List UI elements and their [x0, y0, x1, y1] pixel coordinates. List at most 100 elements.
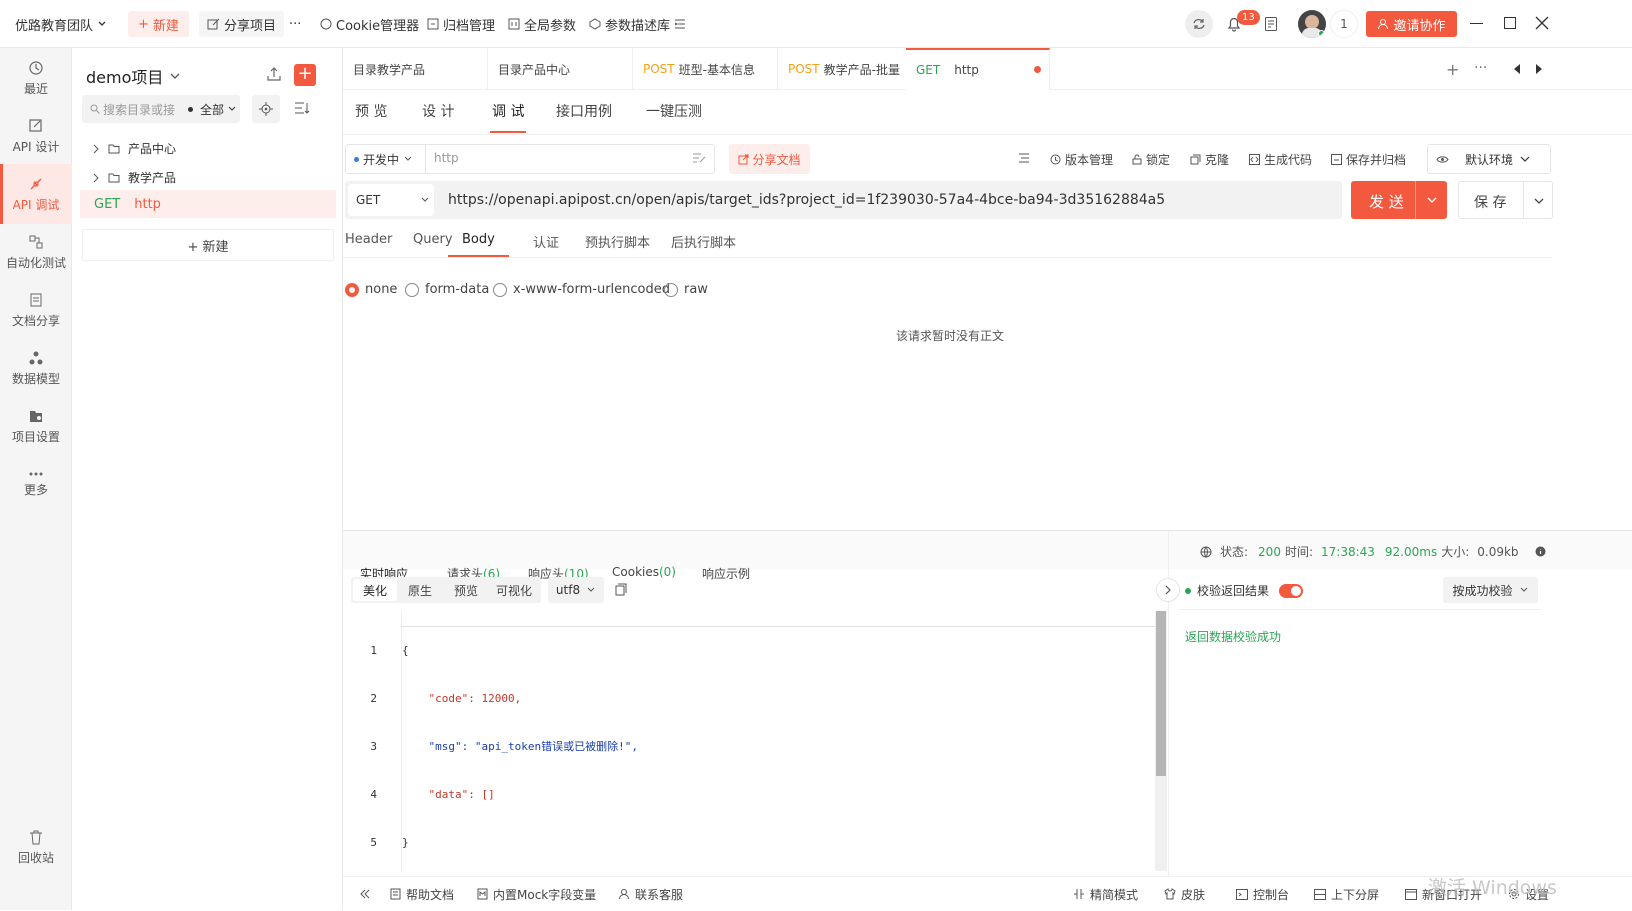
nav-data-model[interactable]: 数据模型 — [0, 338, 72, 398]
nav-recent[interactable]: 最近 — [0, 48, 72, 108]
clone-button[interactable]: 克隆 — [1190, 144, 1229, 174]
tab-post-script[interactable]: 后执行脚本 — [671, 232, 736, 260]
validate-mode-select[interactable]: 按成功校验 — [1443, 577, 1538, 603]
sync-icon[interactable] — [1185, 10, 1213, 38]
tab-catalog-product[interactable]: 目录产品中心 — [488, 48, 633, 90]
subtab-cases[interactable]: 接口用例 — [556, 101, 612, 133]
tree-item-http[interactable]: GET http — [80, 190, 336, 218]
nav-more[interactable]: 更多 — [0, 454, 72, 514]
search-input[interactable]: 搜索目录或接 — [103, 101, 183, 118]
mock-vars-button[interactable]: 内置Mock字段变量 — [477, 877, 596, 911]
info-icon[interactable] — [1535, 546, 1546, 557]
tab-query[interactable]: Query — [413, 232, 453, 260]
export-icon[interactable] — [266, 66, 282, 82]
params-library-button[interactable]: 参数描述库 — [589, 0, 670, 48]
chevron-down-icon[interactable] — [1426, 195, 1438, 205]
tab-pre-script[interactable]: 预执行脚本 — [585, 232, 650, 260]
tab-post-class[interactable]: POST 班型-基本信息 — [633, 48, 778, 90]
tab-get-http[interactable]: GET http — [906, 48, 1050, 90]
env-select[interactable]: 开发中 — [346, 145, 426, 173]
nav-project-settings[interactable]: 项目设置 — [0, 396, 72, 456]
request-name-input[interactable]: http — [434, 151, 459, 165]
tab-body[interactable]: Body — [448, 232, 509, 257]
help-docs-button[interactable]: 帮助文档 — [390, 877, 454, 911]
save-button[interactable]: 保 存 — [1458, 181, 1553, 219]
nav-api-design[interactable]: API 设计 — [0, 106, 72, 166]
encoding-select[interactable]: utf8 — [548, 577, 604, 603]
add-button[interactable]: + — [294, 64, 316, 86]
avatar[interactable] — [1298, 10, 1326, 38]
team-selector[interactable]: 优路教育团队 — [15, 0, 107, 48]
subtab-debug[interactable]: 调 试 — [490, 101, 527, 133]
sort-icon[interactable] — [294, 101, 310, 115]
nav-auto-test[interactable]: 自动化测试 — [0, 222, 72, 282]
global-params-button[interactable]: 全局参数 — [508, 0, 576, 48]
split-button[interactable]: 上下分屏 — [1314, 877, 1379, 911]
folder-teaching-product[interactable]: 教学产品 — [92, 169, 176, 186]
tab-more-icon[interactable]: ··· — [1474, 60, 1487, 76]
tab-prev-icon[interactable] — [1513, 64, 1521, 74]
edit-desc-icon[interactable] — [692, 152, 706, 164]
maximize-icon[interactable] — [1504, 17, 1516, 29]
save-archive-button[interactable]: 保存并归档 — [1331, 144, 1406, 174]
search-box[interactable]: 搜索目录或接 全部 — [82, 95, 240, 123]
share-doc-button[interactable]: 分享文档 — [729, 144, 810, 174]
compact-mode-button[interactable]: 精简模式 — [1073, 877, 1138, 911]
chevron-down-icon[interactable] — [1533, 196, 1545, 206]
member-count[interactable]: 1 — [1330, 10, 1358, 38]
method-select[interactable]: GET — [348, 184, 434, 216]
filter-select[interactable]: 全部 — [200, 101, 224, 118]
view-beautify[interactable]: 美化 — [353, 579, 397, 601]
invite-button[interactable]: 邀请协作 — [1366, 11, 1457, 37]
tree-new-button[interactable]: + 新建 — [82, 229, 334, 261]
body-opt-none[interactable]: none — [345, 282, 397, 297]
contact-support-button[interactable]: 联系客服 — [618, 877, 683, 911]
minimize-icon[interactable] — [1470, 23, 1483, 24]
project-selector[interactable]: demo项目 — [86, 64, 181, 88]
tab-next-icon[interactable] — [1535, 64, 1543, 74]
subtab-preview[interactable]: 预 览 — [355, 101, 387, 133]
tab-header[interactable]: Header — [345, 232, 392, 260]
chevron-right-icon[interactable] — [1156, 578, 1180, 602]
new-button[interactable]: + 新建 — [128, 11, 189, 37]
scrollbar-track[interactable] — [1155, 611, 1167, 871]
view-preview[interactable]: 预览 — [443, 582, 489, 599]
cookie-manager-button[interactable]: Cookie管理器 — [320, 0, 419, 48]
console-button[interactable]: 控制台 — [1236, 877, 1289, 911]
archive-button[interactable]: 归档管理 — [427, 0, 495, 48]
copy-icon[interactable] — [615, 583, 627, 596]
nav-trash[interactable]: 回收站 — [0, 818, 72, 878]
nav-doc-share[interactable]: 文档分享 — [0, 280, 72, 340]
scrollbar-thumb[interactable] — [1156, 611, 1166, 776]
view-visual[interactable]: 可视化 — [489, 582, 539, 599]
gen-code-button[interactable]: 生成代码 — [1249, 144, 1312, 174]
nav-api-debug[interactable]: API 调试 — [0, 164, 72, 224]
default-env-select[interactable]: 默认环境 — [1427, 144, 1551, 174]
skin-button[interactable]: 皮肤 — [1164, 877, 1205, 911]
collapse-icon[interactable] — [674, 0, 686, 48]
share-project-button[interactable]: 分享项目 — [199, 11, 285, 37]
body-opt-form-data[interactable]: form-data — [405, 282, 489, 297]
resp-tab-example[interactable]: 响应示例 — [702, 565, 750, 595]
folder-product-center[interactable]: 产品中心 — [92, 140, 176, 157]
list-icon[interactable] — [1018, 152, 1030, 164]
body-opt-urlencoded[interactable]: x-www-form-urlencoded — [493, 282, 670, 297]
tab-post-teaching[interactable]: POST 教学产品-批量 — [778, 48, 923, 90]
lock-button[interactable]: 锁定 — [1132, 144, 1170, 174]
locate-icon[interactable] — [252, 95, 280, 123]
doc-icon[interactable] — [1264, 16, 1278, 32]
subtab-stress[interactable]: 一键压测 — [646, 101, 702, 133]
add-tab-icon[interactable]: + — [1446, 60, 1459, 79]
more-menu[interactable]: ··· — [289, 0, 301, 48]
url-input[interactable]: https://openapi.apipost.cn/open/apis/tar… — [448, 192, 1165, 208]
tab-auth[interactable]: 认证 — [533, 232, 559, 260]
validate-switch[interactable] — [1279, 583, 1304, 598]
tab-catalog-teaching[interactable]: 目录教学产品 — [343, 48, 488, 90]
close-icon[interactable] — [1535, 16, 1549, 30]
version-button[interactable]: 版本管理 — [1050, 144, 1113, 174]
subtab-design[interactable]: 设 计 — [422, 101, 454, 133]
body-opt-raw[interactable]: raw — [664, 282, 708, 297]
send-button[interactable]: 发 送 — [1351, 181, 1447, 219]
code-editor[interactable]: 1 2 3 4 5 { "code": 12000, "msg": "api_t… — [351, 611, 1167, 871]
collapse-left-icon[interactable] — [360, 877, 370, 911]
